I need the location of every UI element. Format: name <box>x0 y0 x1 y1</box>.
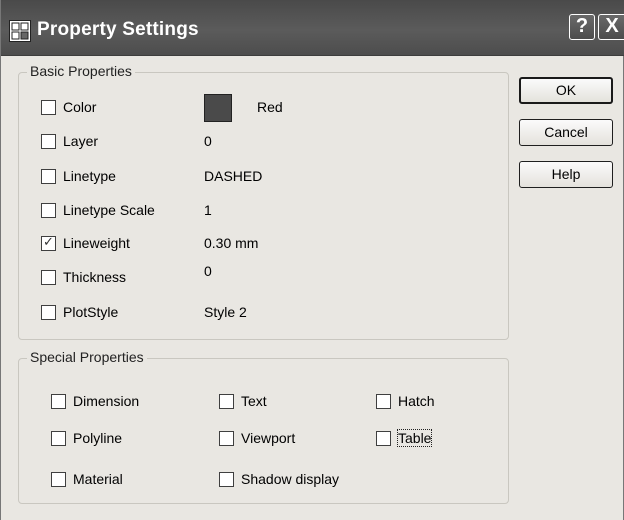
lineweight-label: Lineweight <box>63 235 130 251</box>
color-label: Color <box>63 99 97 115</box>
plotstyle-checkbox[interactable] <box>41 305 56 320</box>
text-checkbox[interactable] <box>219 394 234 409</box>
shadow-display-checkbox-row[interactable]: Shadow display <box>219 470 369 492</box>
linetype-scale-checkbox-row[interactable]: Linetype Scale <box>41 201 191 223</box>
thickness-checkbox-row[interactable]: Thickness <box>41 268 191 290</box>
basic-properties-legend: Basic Properties <box>27 63 135 79</box>
text-label: Text <box>241 393 267 409</box>
material-checkbox-row[interactable]: Material <box>51 470 191 492</box>
table-label: Table <box>396 429 433 447</box>
polyline-label: Polyline <box>73 430 123 446</box>
thickness-label: Thickness <box>63 269 127 285</box>
material-label: Material <box>73 471 123 487</box>
linetype-value: DASHED <box>204 168 263 184</box>
checkmark-icon: ✓ <box>43 234 54 249</box>
material-checkbox[interactable] <box>51 472 66 487</box>
layer-checkbox-row[interactable]: Layer <box>41 132 191 154</box>
property-settings-dialog: Property Settings ? X Basic Properties C… <box>0 0 624 520</box>
ok-button[interactable]: OK <box>519 77 613 104</box>
lineweight-value: 0.30 mm <box>204 235 259 251</box>
table-checkbox-row[interactable]: Table <box>376 429 476 451</box>
shadow-display-checkbox[interactable] <box>219 472 234 487</box>
layer-value: 0 <box>204 133 212 149</box>
hatch-checkbox[interactable] <box>376 394 391 409</box>
plotstyle-checkbox-row[interactable]: PlotStyle <box>41 303 191 325</box>
color-checkbox[interactable] <box>41 100 56 115</box>
shadow-display-label: Shadow display <box>241 471 340 487</box>
cancel-button[interactable]: Cancel <box>519 119 613 146</box>
help-button[interactable]: Help <box>519 161 613 188</box>
layer-label: Layer <box>63 133 99 149</box>
polyline-checkbox[interactable] <box>51 431 66 446</box>
window-title: Property Settings <box>37 19 199 40</box>
lineweight-checkbox[interactable]: ✓ <box>41 234 56 251</box>
plotstyle-label: PlotStyle <box>63 304 119 320</box>
color-value: Red <box>257 99 283 115</box>
linetype-scale-label: Linetype Scale <box>63 202 155 218</box>
app-icon <box>9 20 31 42</box>
linetype-scale-value: 1 <box>204 202 212 218</box>
linetype-label: Linetype <box>63 168 116 184</box>
linetype-checkbox[interactable] <box>41 169 56 184</box>
special-properties-legend: Special Properties <box>27 349 147 365</box>
viewport-checkbox-row[interactable]: Viewport <box>219 429 339 451</box>
color-swatch <box>204 94 232 122</box>
help-title-button[interactable]: ? <box>569 14 595 40</box>
dimension-label: Dimension <box>73 393 140 409</box>
viewport-label: Viewport <box>241 430 296 446</box>
thickness-checkbox[interactable] <box>41 270 56 285</box>
linetype-scale-checkbox[interactable] <box>41 203 56 218</box>
table-checkbox[interactable] <box>376 431 391 446</box>
hatch-label: Hatch <box>398 393 435 409</box>
close-button[interactable]: X <box>598 14 624 40</box>
linetype-checkbox-row[interactable]: Linetype <box>41 167 191 189</box>
hatch-checkbox-row[interactable]: Hatch <box>376 392 476 414</box>
lineweight-checkbox-row[interactable]: ✓ Lineweight <box>41 234 191 256</box>
polyline-checkbox-row[interactable]: Polyline <box>51 429 191 451</box>
title-bar: Property Settings ? X <box>1 0 624 56</box>
dimension-checkbox[interactable] <box>51 394 66 409</box>
viewport-checkbox[interactable] <box>219 431 234 446</box>
text-checkbox-row[interactable]: Text <box>219 392 339 414</box>
dimension-checkbox-row[interactable]: Dimension <box>51 392 191 414</box>
color-checkbox-row[interactable]: Color <box>41 98 191 120</box>
layer-checkbox[interactable] <box>41 134 56 149</box>
thickness-value: 0 <box>204 263 212 279</box>
plotstyle-value: Style 2 <box>204 304 247 320</box>
